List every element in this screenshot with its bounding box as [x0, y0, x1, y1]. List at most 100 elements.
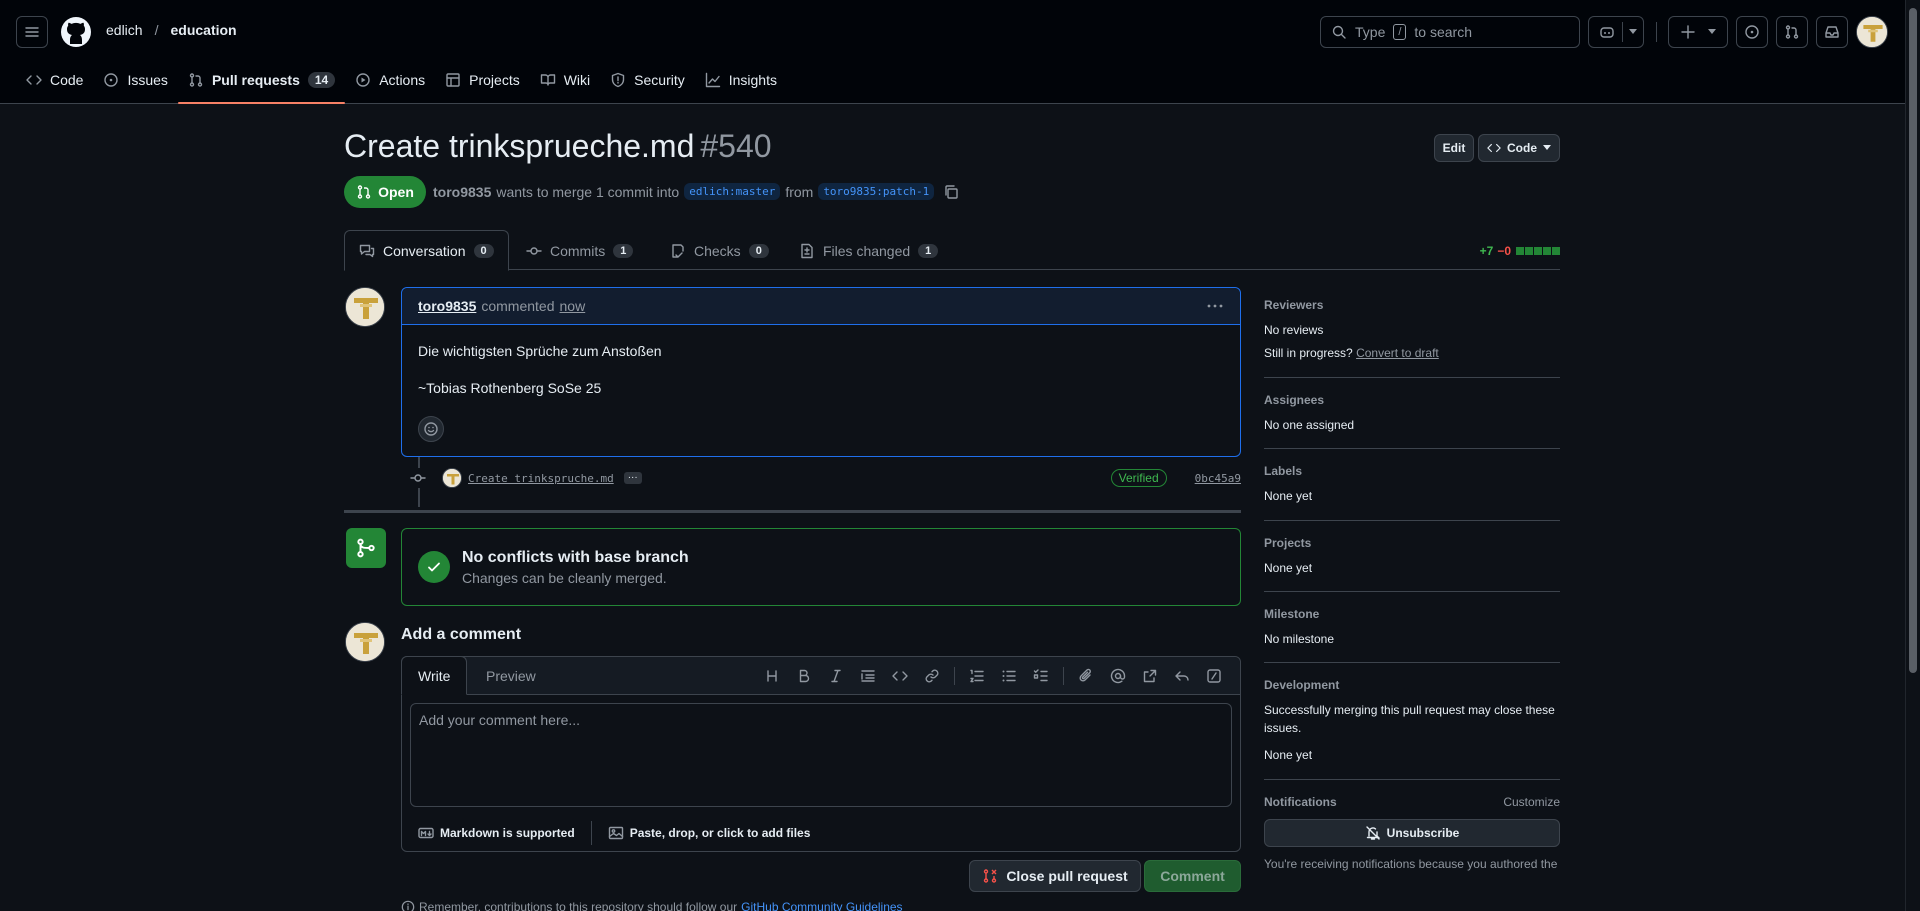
repo-link[interactable]: education	[170, 22, 236, 38]
avatar-identicon	[346, 288, 384, 326]
files-changed-count: 1	[918, 243, 939, 258]
commit-expand-button[interactable]: ···	[623, 472, 642, 484]
tab-security[interactable]: Security	[600, 62, 695, 98]
tab-code-label: Code	[50, 72, 84, 88]
user-avatar[interactable]	[1856, 16, 1888, 48]
copilot-button[interactable]	[1588, 16, 1644, 48]
status-badge: Open	[344, 176, 426, 208]
pull-requests-count: 14	[307, 72, 336, 88]
verified-badge[interactable]: Verified	[1110, 469, 1167, 487]
assignees-heading[interactable]: Assignees	[1264, 393, 1560, 407]
development-heading[interactable]: Development	[1264, 678, 1560, 692]
development-value: None yet	[1264, 748, 1313, 763]
labels-value: None yet	[1264, 489, 1313, 504]
labels-heading[interactable]: Labels	[1264, 464, 1560, 478]
unsubscribe-button[interactable]: Unsubscribe	[1264, 818, 1560, 847]
milestone-heading[interactable]: Milestone	[1264, 607, 1560, 621]
list-ordered-icon	[970, 669, 984, 683]
link-icon	[925, 669, 939, 683]
chevron-down-icon	[1629, 29, 1637, 34]
italic-button[interactable]	[820, 666, 852, 686]
merge-status-subtitle: Changes can be cleanly merged.	[462, 569, 667, 586]
comment-body: Die wichtigsten Sprüche zum Anstoßen ~To…	[402, 325, 1240, 431]
tab-write[interactable]: Write	[401, 656, 468, 695]
mention-button[interactable]	[1102, 666, 1134, 686]
comment-author[interactable]: toro9835	[418, 298, 476, 314]
search-prefix: Type	[1355, 24, 1386, 40]
edit-button[interactable]: Edit	[1434, 134, 1474, 162]
code-dropdown-button[interactable]: Code	[1478, 134, 1560, 162]
inbox-button[interactable]	[1816, 16, 1848, 48]
code-button[interactable]	[884, 666, 916, 686]
header-divider	[1656, 22, 1657, 42]
tab-wiki[interactable]: Wiki	[530, 62, 600, 98]
tab-preview[interactable]: Preview	[470, 656, 552, 695]
comment-textarea[interactable]	[410, 703, 1232, 807]
head-branch[interactable]: toro9835:patch-1	[818, 183, 935, 200]
bell-slash-icon	[1365, 825, 1380, 840]
tab-actions[interactable]: Actions	[345, 62, 435, 98]
tab-issues[interactable]: Issues	[93, 62, 177, 98]
saved-replies-button[interactable]	[1166, 666, 1198, 686]
kebab-horizontal-icon[interactable]	[1206, 298, 1224, 314]
tab-pull-requests[interactable]: Pull requests 14	[177, 62, 346, 104]
attach-button[interactable]	[1070, 666, 1102, 686]
comment-submit-button[interactable]: Comment	[1144, 860, 1241, 892]
tab-conversation[interactable]: Conversation 0	[344, 230, 509, 271]
tab-projects[interactable]: Projects	[435, 62, 530, 98]
comment-line: ~Tobias Rothenberg SoSe 25	[418, 380, 602, 396]
pr-author-link[interactable]: toro9835	[433, 184, 491, 200]
unordered-list-button[interactable]	[993, 666, 1025, 686]
tab-checks[interactable]: Checks 0	[656, 230, 783, 271]
link-button[interactable]	[916, 666, 948, 686]
task-list-button[interactable]	[1025, 666, 1057, 686]
commit-message-link[interactable]: Create trinkspruche.md	[468, 472, 614, 485]
scrollbar-thumb[interactable]	[1909, 8, 1917, 673]
tab-insights[interactable]: Insights	[695, 62, 787, 98]
convert-to-draft-link[interactable]: Convert to draft	[1356, 346, 1439, 360]
commit-icon	[526, 246, 542, 255]
quote-button[interactable]	[852, 666, 884, 686]
diffstat-square	[1525, 247, 1533, 255]
page-scrollbar[interactable]	[1905, 0, 1920, 911]
search-input[interactable]: Type / to search	[1320, 16, 1580, 48]
attach-files-link[interactable]: Paste, drop, or click to add files	[630, 826, 811, 840]
github-logo[interactable]	[60, 16, 92, 48]
github-mark-icon	[61, 17, 91, 47]
base-branch[interactable]: edlich:master	[684, 183, 781, 200]
copy-icon[interactable]	[943, 184, 959, 200]
pull-requests-button[interactable]	[1776, 16, 1808, 48]
cross-reference-button[interactable]	[1134, 666, 1166, 686]
add-reaction-button[interactable]	[418, 416, 444, 442]
copilot-icon	[1600, 27, 1614, 38]
issues-button[interactable]	[1736, 16, 1768, 48]
commit-author-avatar[interactable]	[442, 468, 462, 488]
reviewers-heading[interactable]: Reviewers	[1264, 298, 1560, 312]
diffstat-square	[1552, 247, 1560, 255]
checks-count: 0	[748, 243, 769, 258]
close-pull-request-button[interactable]: Close pull request	[969, 860, 1141, 892]
slash-commands-button[interactable]	[1198, 666, 1230, 686]
community-guidelines-link[interactable]: GitHub Community Guidelines	[741, 900, 902, 911]
commit-sha-link[interactable]: 0bc45a9	[1195, 472, 1241, 485]
comment-discussion-icon	[359, 244, 375, 257]
commit-row: Create trinkspruche.md ··· Verified 0bc4…	[408, 466, 1241, 490]
comment-timestamp[interactable]: now	[560, 298, 586, 314]
comment-author-avatar[interactable]	[345, 287, 385, 327]
ordered-list-button[interactable]	[961, 666, 993, 686]
bold-button[interactable]	[788, 666, 820, 686]
customize-link[interactable]: Customize	[1503, 795, 1560, 809]
tab-code[interactable]: Code	[16, 62, 93, 98]
hamburger-menu-button[interactable]	[16, 16, 48, 48]
breadcrumb: edlich / education	[106, 22, 237, 38]
issue-icon	[104, 73, 119, 87]
projects-heading[interactable]: Projects	[1264, 536, 1560, 550]
create-new-button[interactable]	[1668, 16, 1728, 48]
owner-link[interactable]: edlich	[106, 22, 143, 38]
current-user-avatar[interactable]	[345, 622, 385, 662]
markdown-supported-link[interactable]: Markdown is supported	[440, 826, 575, 840]
pr-meta-from: from	[785, 183, 814, 200]
tab-files-changed[interactable]: Files changed 1	[785, 230, 952, 271]
tab-commits[interactable]: Commits 1	[512, 230, 647, 271]
heading-button[interactable]	[756, 666, 788, 686]
